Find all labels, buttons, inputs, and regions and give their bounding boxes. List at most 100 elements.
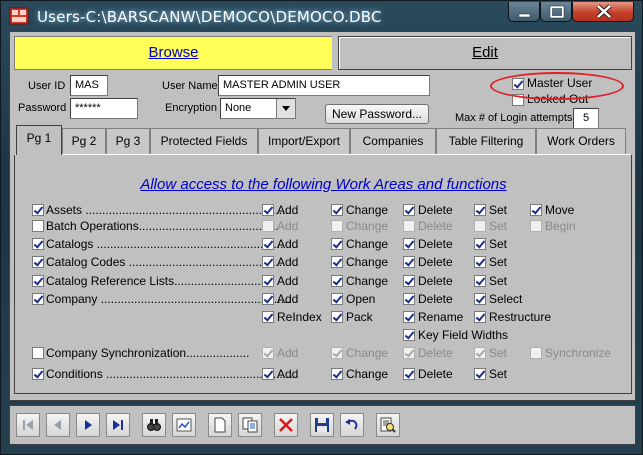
conditions-add-checkbox[interactable] bbox=[262, 368, 274, 380]
catalog-codes-set-label: Set bbox=[489, 255, 508, 269]
company-synchronization-checkbox[interactable] bbox=[32, 347, 44, 359]
batch-change-checkbox[interactable] bbox=[331, 220, 343, 232]
catalogs-checkbox[interactable] bbox=[32, 238, 44, 250]
conditions-checkbox[interactable] bbox=[32, 368, 44, 380]
assets-delete-checkbox[interactable] bbox=[403, 204, 415, 216]
find-button[interactable] bbox=[142, 413, 166, 437]
company-select-checkbox[interactable] bbox=[474, 293, 486, 305]
sync-add-checkbox[interactable] bbox=[262, 347, 274, 359]
assets-move-label: Move bbox=[545, 203, 575, 217]
company-checkbox[interactable] bbox=[32, 293, 44, 305]
company-add-label: Add bbox=[277, 292, 299, 306]
sync-synchronize-checkbox[interactable] bbox=[530, 347, 542, 359]
company-key-field-widths-checkbox[interactable] bbox=[403, 329, 415, 341]
conditions-set-checkbox[interactable] bbox=[474, 368, 486, 380]
catalogs-change-label: Change bbox=[346, 237, 389, 251]
batch-operations-checkbox[interactable] bbox=[32, 220, 44, 232]
encryption-select[interactable]: None bbox=[220, 98, 296, 119]
sync-set-checkbox[interactable] bbox=[474, 347, 486, 359]
tab-pg-1[interactable]: Pg 1 bbox=[16, 125, 62, 155]
company-open-label: Open bbox=[346, 292, 376, 306]
catalog-codes-change-checkbox[interactable] bbox=[331, 256, 343, 268]
first-record-button[interactable] bbox=[16, 413, 40, 437]
catalog-reference-lists-checkbox[interactable] bbox=[32, 275, 44, 287]
edit-mode-tab[interactable]: Edit bbox=[338, 36, 632, 70]
sync-delete-checkbox[interactable] bbox=[403, 347, 415, 359]
password-field[interactable]: ****** bbox=[70, 98, 138, 119]
tab-import-export[interactable]: Import/Export bbox=[258, 128, 350, 154]
next-record-button[interactable] bbox=[76, 413, 100, 437]
assets-move-checkbox[interactable] bbox=[530, 204, 542, 216]
maximize-button[interactable] bbox=[540, 2, 572, 22]
tab-table-filtering[interactable]: Table Filtering bbox=[436, 128, 536, 154]
undo-icon bbox=[345, 419, 358, 430]
company-pack-checkbox[interactable] bbox=[331, 311, 343, 323]
tab-work-orders[interactable]: Work Orders bbox=[536, 128, 626, 154]
company-open-checkbox[interactable] bbox=[331, 293, 343, 305]
catalog-codes-delete-checkbox[interactable] bbox=[403, 256, 415, 268]
catalogs-change-checkbox[interactable] bbox=[331, 238, 343, 250]
chevron-down-icon[interactable] bbox=[276, 99, 295, 118]
conditions-change-checkbox[interactable] bbox=[331, 368, 343, 380]
save-button[interactable] bbox=[310, 413, 334, 437]
last-record-button[interactable] bbox=[106, 413, 130, 437]
catalog-ref-change-checkbox[interactable] bbox=[331, 275, 343, 287]
delete-record-button[interactable] bbox=[274, 413, 298, 437]
tab-pg-3[interactable]: Pg 3 bbox=[106, 128, 150, 154]
catalog-ref-change-label: Change bbox=[346, 274, 389, 288]
catalogs-set-checkbox[interactable] bbox=[474, 238, 486, 250]
last-record-icon bbox=[113, 420, 123, 430]
catalog-codes-delete-label: Delete bbox=[418, 255, 453, 269]
user-id-field[interactable]: MAS bbox=[70, 75, 108, 96]
catalog-ref-add-checkbox[interactable] bbox=[262, 275, 274, 287]
minimize-button[interactable] bbox=[508, 2, 540, 22]
previous-record-button[interactable] bbox=[46, 413, 70, 437]
report-button[interactable] bbox=[376, 413, 400, 437]
copy-record-button[interactable] bbox=[238, 413, 262, 437]
locked-out-checkbox[interactable] bbox=[512, 94, 524, 106]
tab-protected-fields[interactable]: Protected Fields bbox=[150, 128, 258, 154]
assets-set-checkbox[interactable] bbox=[474, 204, 486, 216]
close-button[interactable] bbox=[572, 2, 634, 22]
master-user-checkbox[interactable] bbox=[512, 78, 524, 90]
company-reindex-checkbox[interactable] bbox=[262, 311, 274, 323]
sync-change-label: Change bbox=[346, 346, 389, 360]
max-login-field[interactable]: 5 bbox=[573, 108, 599, 129]
catalog-codes-add-checkbox[interactable] bbox=[262, 256, 274, 268]
batch-set-checkbox[interactable] bbox=[474, 220, 486, 232]
catalog-codes-checkbox[interactable] bbox=[32, 256, 44, 268]
new-record-button[interactable] bbox=[208, 413, 232, 437]
sync-change-checkbox[interactable] bbox=[331, 347, 343, 359]
batch-add-checkbox[interactable] bbox=[262, 220, 274, 232]
conditions-delete-checkbox[interactable] bbox=[403, 368, 415, 380]
company-delete-checkbox[interactable] bbox=[403, 293, 415, 305]
company-restructure-checkbox[interactable] bbox=[474, 311, 486, 323]
tab-pg-2[interactable]: Pg 2 bbox=[62, 128, 106, 154]
catalog-codes-set-checkbox[interactable] bbox=[474, 256, 486, 268]
browse-mode-label: Browse bbox=[148, 44, 199, 61]
next-record-icon bbox=[85, 420, 92, 430]
filter-button[interactable] bbox=[172, 413, 196, 437]
tab-companies[interactable]: Companies bbox=[350, 128, 436, 154]
batch-begin-checkbox[interactable] bbox=[530, 220, 542, 232]
user-name-field[interactable]: MASTER ADMIN USER bbox=[218, 75, 430, 96]
sync-delete-label: Delete bbox=[418, 346, 453, 360]
assets-checkbox[interactable] bbox=[32, 204, 44, 216]
catalogs-delete-checkbox[interactable] bbox=[403, 238, 415, 250]
batch-change-label: Change bbox=[346, 219, 389, 233]
new-password-button[interactable]: New Password... bbox=[325, 104, 429, 124]
batch-delete-checkbox[interactable] bbox=[403, 220, 415, 232]
company-rename-checkbox[interactable] bbox=[403, 311, 415, 323]
catalogs-add-checkbox[interactable] bbox=[262, 238, 274, 250]
save-icon bbox=[315, 418, 329, 432]
browse-mode-tab[interactable]: Browse bbox=[14, 36, 332, 70]
assets-change-checkbox[interactable] bbox=[331, 204, 343, 216]
catalog-ref-delete-checkbox[interactable] bbox=[403, 275, 415, 287]
catalog-ref-set-checkbox[interactable] bbox=[474, 275, 486, 287]
title-bar[interactable]: Users-C:\BARSCANW\DEMOCO\DEMOCO.DBC bbox=[1, 1, 643, 31]
undo-button[interactable] bbox=[340, 413, 364, 437]
assets-add-checkbox[interactable] bbox=[262, 204, 274, 216]
catalog-ref-add-label: Add bbox=[277, 274, 299, 288]
company-add-checkbox[interactable] bbox=[262, 293, 274, 305]
catalog-codes-label: Catalog Codes ..........................… bbox=[46, 255, 283, 269]
